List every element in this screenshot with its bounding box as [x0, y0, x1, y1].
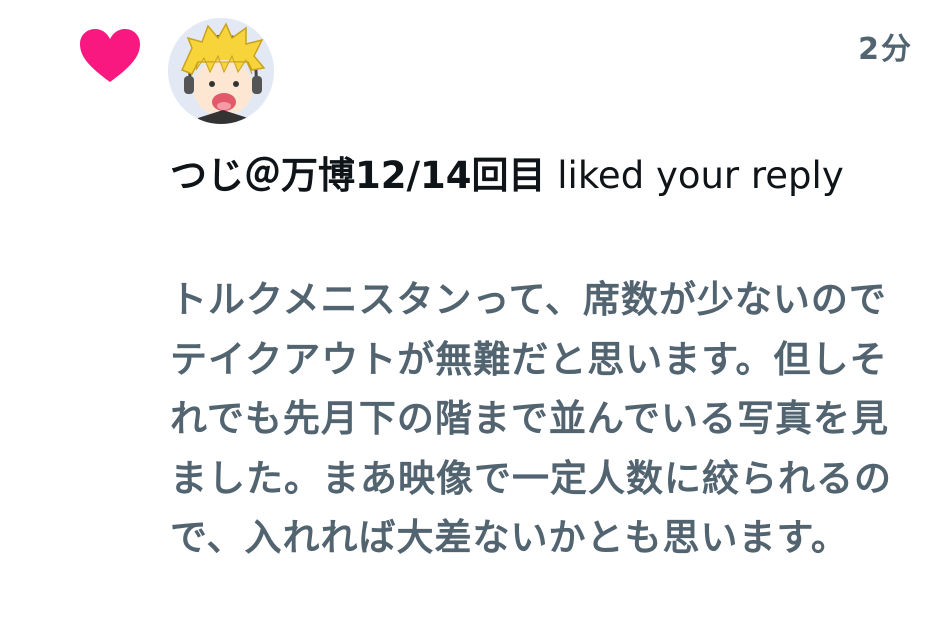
notification-headline: つじ＠万博12/14回目 liked your reply [170, 148, 870, 204]
avatar[interactable] [168, 18, 274, 124]
action-text: liked your reply [545, 154, 844, 197]
heart-icon [78, 28, 142, 84]
user-name[interactable]: つじ＠万博12/14回目 [170, 154, 546, 197]
reply-text[interactable]: トルクメニスタンって、席数が少ないのでテイクアウトが無難だと思います。但しそれで… [170, 270, 898, 568]
like-notification[interactable]: 2分 つじ＠万博12/14回目 liked your reply トルクメニスタ… [0, 0, 933, 628]
timestamp: 2分 [858, 32, 913, 67]
